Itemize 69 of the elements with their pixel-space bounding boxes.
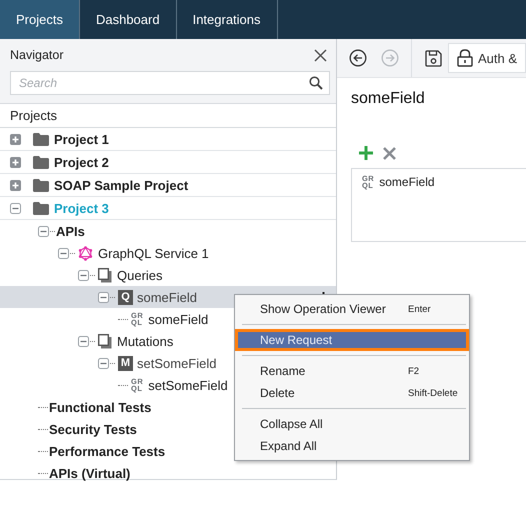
panel-title: Navigator <box>10 48 64 62</box>
tree-label: APIs <box>56 224 85 238</box>
tree-row[interactable]: Project 2 <box>0 151 336 174</box>
folder-icon <box>33 132 49 146</box>
tab[interactable]: Projects <box>0 0 80 39</box>
documents-icon <box>98 268 112 282</box>
collapse-icon[interactable] <box>98 358 109 368</box>
operation-badge: Q <box>118 290 133 304</box>
tree-row[interactable]: Project 1 <box>0 128 336 151</box>
expand-icon[interactable] <box>10 134 21 144</box>
tree-row[interactable]: APIs <box>0 220 336 242</box>
tree-row[interactable]: Queries <box>0 264 336 286</box>
collapse-icon[interactable] <box>38 226 49 236</box>
tree-label: Project 3 <box>54 200 109 216</box>
tree-label: Queries <box>117 268 163 282</box>
graphql-icon <box>78 246 93 260</box>
connector-line <box>38 428 48 430</box>
documents-icon <box>98 334 112 348</box>
tree-label: Security Tests <box>49 422 137 436</box>
tree-label: Project 1 <box>54 132 109 146</box>
delete-icon[interactable] <box>382 146 396 160</box>
shortcut-label: F2 <box>408 366 420 376</box>
collapse-icon[interactable] <box>10 202 21 214</box>
tree-row[interactable]: SOAP Sample Project <box>0 174 336 197</box>
menu-item[interactable]: Expand All <box>235 435 469 457</box>
tree-label: APIs (Virtual) <box>49 466 130 480</box>
folder-icon <box>33 156 49 168</box>
save-icon[interactable] <box>424 50 442 66</box>
collapse-icon[interactable] <box>78 270 89 280</box>
tree-label: Project 2 <box>54 154 109 170</box>
folder-icon <box>33 178 49 192</box>
lock-icon <box>456 49 473 67</box>
expand-icon[interactable] <box>10 180 21 190</box>
connector-line <box>38 406 48 408</box>
shortcut-label: Enter <box>408 304 431 314</box>
menu-item[interactable]: Rename F2 <box>235 360 469 382</box>
expand-icon[interactable] <box>10 156 21 168</box>
connector-line <box>118 384 128 386</box>
section-label: Projects <box>0 104 336 128</box>
tree-row[interactable]: GraphQL Service 1 <box>0 242 336 264</box>
shortcut-label: Shift-Delete <box>408 388 458 398</box>
close-icon[interactable] <box>314 48 327 62</box>
collapse-icon[interactable] <box>58 248 69 258</box>
menu-item[interactable]: New Request <box>235 329 469 351</box>
folder-icon <box>33 202 49 214</box>
search-field[interactable]: Search <box>10 71 330 95</box>
connector-line <box>38 472 48 474</box>
collapse-icon[interactable] <box>98 292 109 302</box>
back-icon[interactable] <box>348 49 367 67</box>
tree-label: SOAP Sample Project <box>54 178 188 192</box>
collapse-icon[interactable] <box>78 336 89 346</box>
search-icon[interactable] <box>308 76 323 90</box>
tree-label: someField <box>148 312 208 326</box>
operation-badge: M <box>118 356 133 370</box>
tree-row[interactable]: APIs (Virtual) <box>0 462 336 484</box>
tree-label: Functional Tests <box>49 400 152 414</box>
tree-label: setSomeField <box>148 378 228 392</box>
menu-item[interactable]: Collapse All <box>235 413 469 435</box>
tree-label: someField <box>137 290 197 304</box>
auth-button[interactable]: Auth & <box>448 43 526 73</box>
tree-label: GraphQL Service 1 <box>98 246 209 260</box>
add-icon[interactable] <box>358 146 373 160</box>
connector-line <box>118 318 128 320</box>
editor-title: someField <box>350 90 426 108</box>
tree-label: setSomeField <box>137 356 216 370</box>
tree-label: Performance Tests <box>49 444 166 458</box>
tree-label: Mutations <box>117 334 174 348</box>
connector-line <box>38 450 48 452</box>
menu-item[interactable]: Delete Shift-Delete <box>235 382 469 404</box>
